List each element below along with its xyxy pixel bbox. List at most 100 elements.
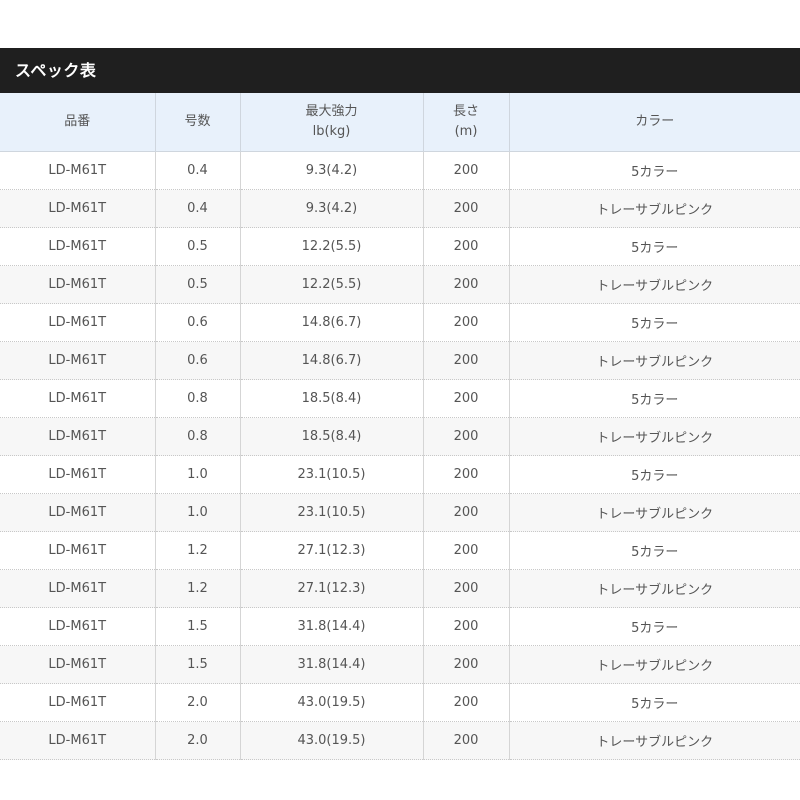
cell-color: トレーサブルピンク [509, 417, 800, 456]
cell-max-strength: 18.5(8.4) [240, 379, 424, 418]
cell-part-number: LD-M61T [0, 645, 156, 684]
cell-part-number: LD-M61T [0, 303, 156, 342]
cell-length: 200 [423, 455, 510, 494]
cell-part-number: LD-M61T [0, 531, 156, 570]
cell-part-number: LD-M61T [0, 455, 156, 494]
cell-number: 0.6 [155, 303, 241, 342]
cell-part-number: LD-M61T [0, 151, 156, 190]
column-header-length: 長さ (m) [423, 93, 510, 152]
cell-color: 5カラー [509, 227, 800, 266]
cell-length: 200 [423, 303, 510, 342]
cell-number: 0.5 [155, 265, 241, 304]
cell-color: 5カラー [509, 607, 800, 646]
cell-max-strength: 31.8(14.4) [240, 645, 424, 684]
table-row: LD-M61T 0.4 9.3(4.2) 200 5カラー [0, 151, 800, 190]
cell-color: 5カラー [509, 455, 800, 494]
cell-length: 200 [423, 379, 510, 418]
cell-part-number: LD-M61T [0, 683, 156, 722]
cell-part-number: LD-M61T [0, 417, 156, 456]
column-header-color: カラー [509, 93, 800, 152]
max-strength-unit: lb(kg) [312, 124, 351, 139]
table-row: LD-M61T 2.0 43.0(19.5) 200 5カラー [0, 683, 800, 722]
cell-max-strength: 9.3(4.2) [240, 151, 424, 190]
cell-color: トレーサブルピンク [509, 341, 800, 380]
spec-table-title: スペック表 [0, 48, 800, 93]
cell-length: 200 [423, 341, 510, 380]
cell-max-strength: 9.3(4.2) [240, 189, 424, 228]
cell-number: 0.5 [155, 227, 241, 266]
cell-length: 200 [423, 607, 510, 646]
cell-part-number: LD-M61T [0, 721, 156, 760]
cell-color: トレーサブルピンク [509, 493, 800, 532]
max-strength-label: 最大強力 [305, 104, 358, 119]
cell-color: トレーサブルピンク [509, 569, 800, 608]
cell-max-strength: 31.8(14.4) [240, 607, 424, 646]
table-row: LD-M61T 1.2 27.1(12.3) 200 トレーサブルピンク [0, 569, 800, 608]
cell-max-strength: 43.0(19.5) [240, 721, 424, 760]
table-row: LD-M61T 1.0 23.1(10.5) 200 トレーサブルピンク [0, 493, 800, 532]
cell-part-number: LD-M61T [0, 265, 156, 304]
cell-number: 0.4 [155, 189, 241, 228]
cell-length: 200 [423, 569, 510, 608]
cell-part-number: LD-M61T [0, 341, 156, 380]
cell-color: 5カラー [509, 303, 800, 342]
cell-max-strength: 43.0(19.5) [240, 683, 424, 722]
column-header-max-strength: 最大強力 lb(kg) [240, 93, 424, 152]
cell-length: 200 [423, 151, 510, 190]
cell-length: 200 [423, 417, 510, 456]
table-row: LD-M61T 1.0 23.1(10.5) 200 5カラー [0, 455, 800, 494]
table-header-row: 品番 号数 最大強力 lb(kg) 長さ (m) カラー [0, 93, 800, 152]
cell-number: 1.0 [155, 493, 241, 532]
cell-length: 200 [423, 227, 510, 266]
cell-number: 2.0 [155, 683, 241, 722]
table-row: LD-M61T 1.5 31.8(14.4) 200 トレーサブルピンク [0, 645, 800, 684]
cell-color: トレーサブルピンク [509, 265, 800, 304]
cell-color: トレーサブルピンク [509, 645, 800, 684]
column-header-part-number: 品番 [0, 93, 156, 152]
cell-number: 0.8 [155, 379, 241, 418]
table-row: LD-M61T 0.6 14.8(6.7) 200 5カラー [0, 303, 800, 342]
cell-part-number: LD-M61T [0, 607, 156, 646]
cell-length: 200 [423, 493, 510, 532]
cell-part-number: LD-M61T [0, 189, 156, 228]
length-label: 長さ [452, 104, 479, 119]
cell-max-strength: 27.1(12.3) [240, 569, 424, 608]
cell-max-strength: 12.2(5.5) [240, 227, 424, 266]
cell-number: 1.5 [155, 645, 241, 684]
cell-color: トレーサブルピンク [509, 721, 800, 760]
table-row: LD-M61T 1.2 27.1(12.3) 200 5カラー [0, 531, 800, 570]
cell-color: 5カラー [509, 683, 800, 722]
cell-color: トレーサブルピンク [509, 189, 800, 228]
cell-length: 200 [423, 189, 510, 228]
cell-part-number: LD-M61T [0, 569, 156, 608]
cell-color: 5カラー [509, 379, 800, 418]
cell-number: 2.0 [155, 721, 241, 760]
spec-table: 品番 号数 最大強力 lb(kg) 長さ (m) カラー LD-M61T 0.4 9… [0, 93, 800, 760]
cell-max-strength: 12.2(5.5) [240, 265, 424, 304]
table-row: LD-M61T 0.6 14.8(6.7) 200 トレーサブルピンク [0, 341, 800, 380]
cell-length: 200 [423, 265, 510, 304]
cell-max-strength: 23.1(10.5) [240, 493, 424, 532]
cell-number: 1.0 [155, 455, 241, 494]
cell-length: 200 [423, 531, 510, 570]
cell-max-strength: 14.8(6.7) [240, 341, 424, 380]
length-unit: (m) [454, 124, 478, 139]
cell-max-strength: 23.1(10.5) [240, 455, 424, 494]
cell-number: 0.8 [155, 417, 241, 456]
cell-length: 200 [423, 645, 510, 684]
cell-length: 200 [423, 721, 510, 760]
cell-part-number: LD-M61T [0, 227, 156, 266]
cell-number: 1.5 [155, 607, 241, 646]
cell-number: 0.4 [155, 151, 241, 190]
table-row: LD-M61T 0.5 12.2(5.5) 200 トレーサブルピンク [0, 265, 800, 304]
table-row: LD-M61T 0.8 18.5(8.4) 200 5カラー [0, 379, 800, 418]
table-row: LD-M61T 0.8 18.5(8.4) 200 トレーサブルピンク [0, 417, 800, 456]
column-header-number: 号数 [155, 93, 241, 152]
cell-part-number: LD-M61T [0, 493, 156, 532]
cell-color: 5カラー [509, 531, 800, 570]
table-body: LD-M61T 0.4 9.3(4.2) 200 5カラー LD-M61T 0.4 9.3(4… [0, 151, 800, 760]
cell-length: 200 [423, 683, 510, 722]
table-row: LD-M61T 0.5 12.2(5.5) 200 5カラー [0, 227, 800, 266]
cell-max-strength: 27.1(12.3) [240, 531, 424, 570]
cell-number: 1.2 [155, 531, 241, 570]
